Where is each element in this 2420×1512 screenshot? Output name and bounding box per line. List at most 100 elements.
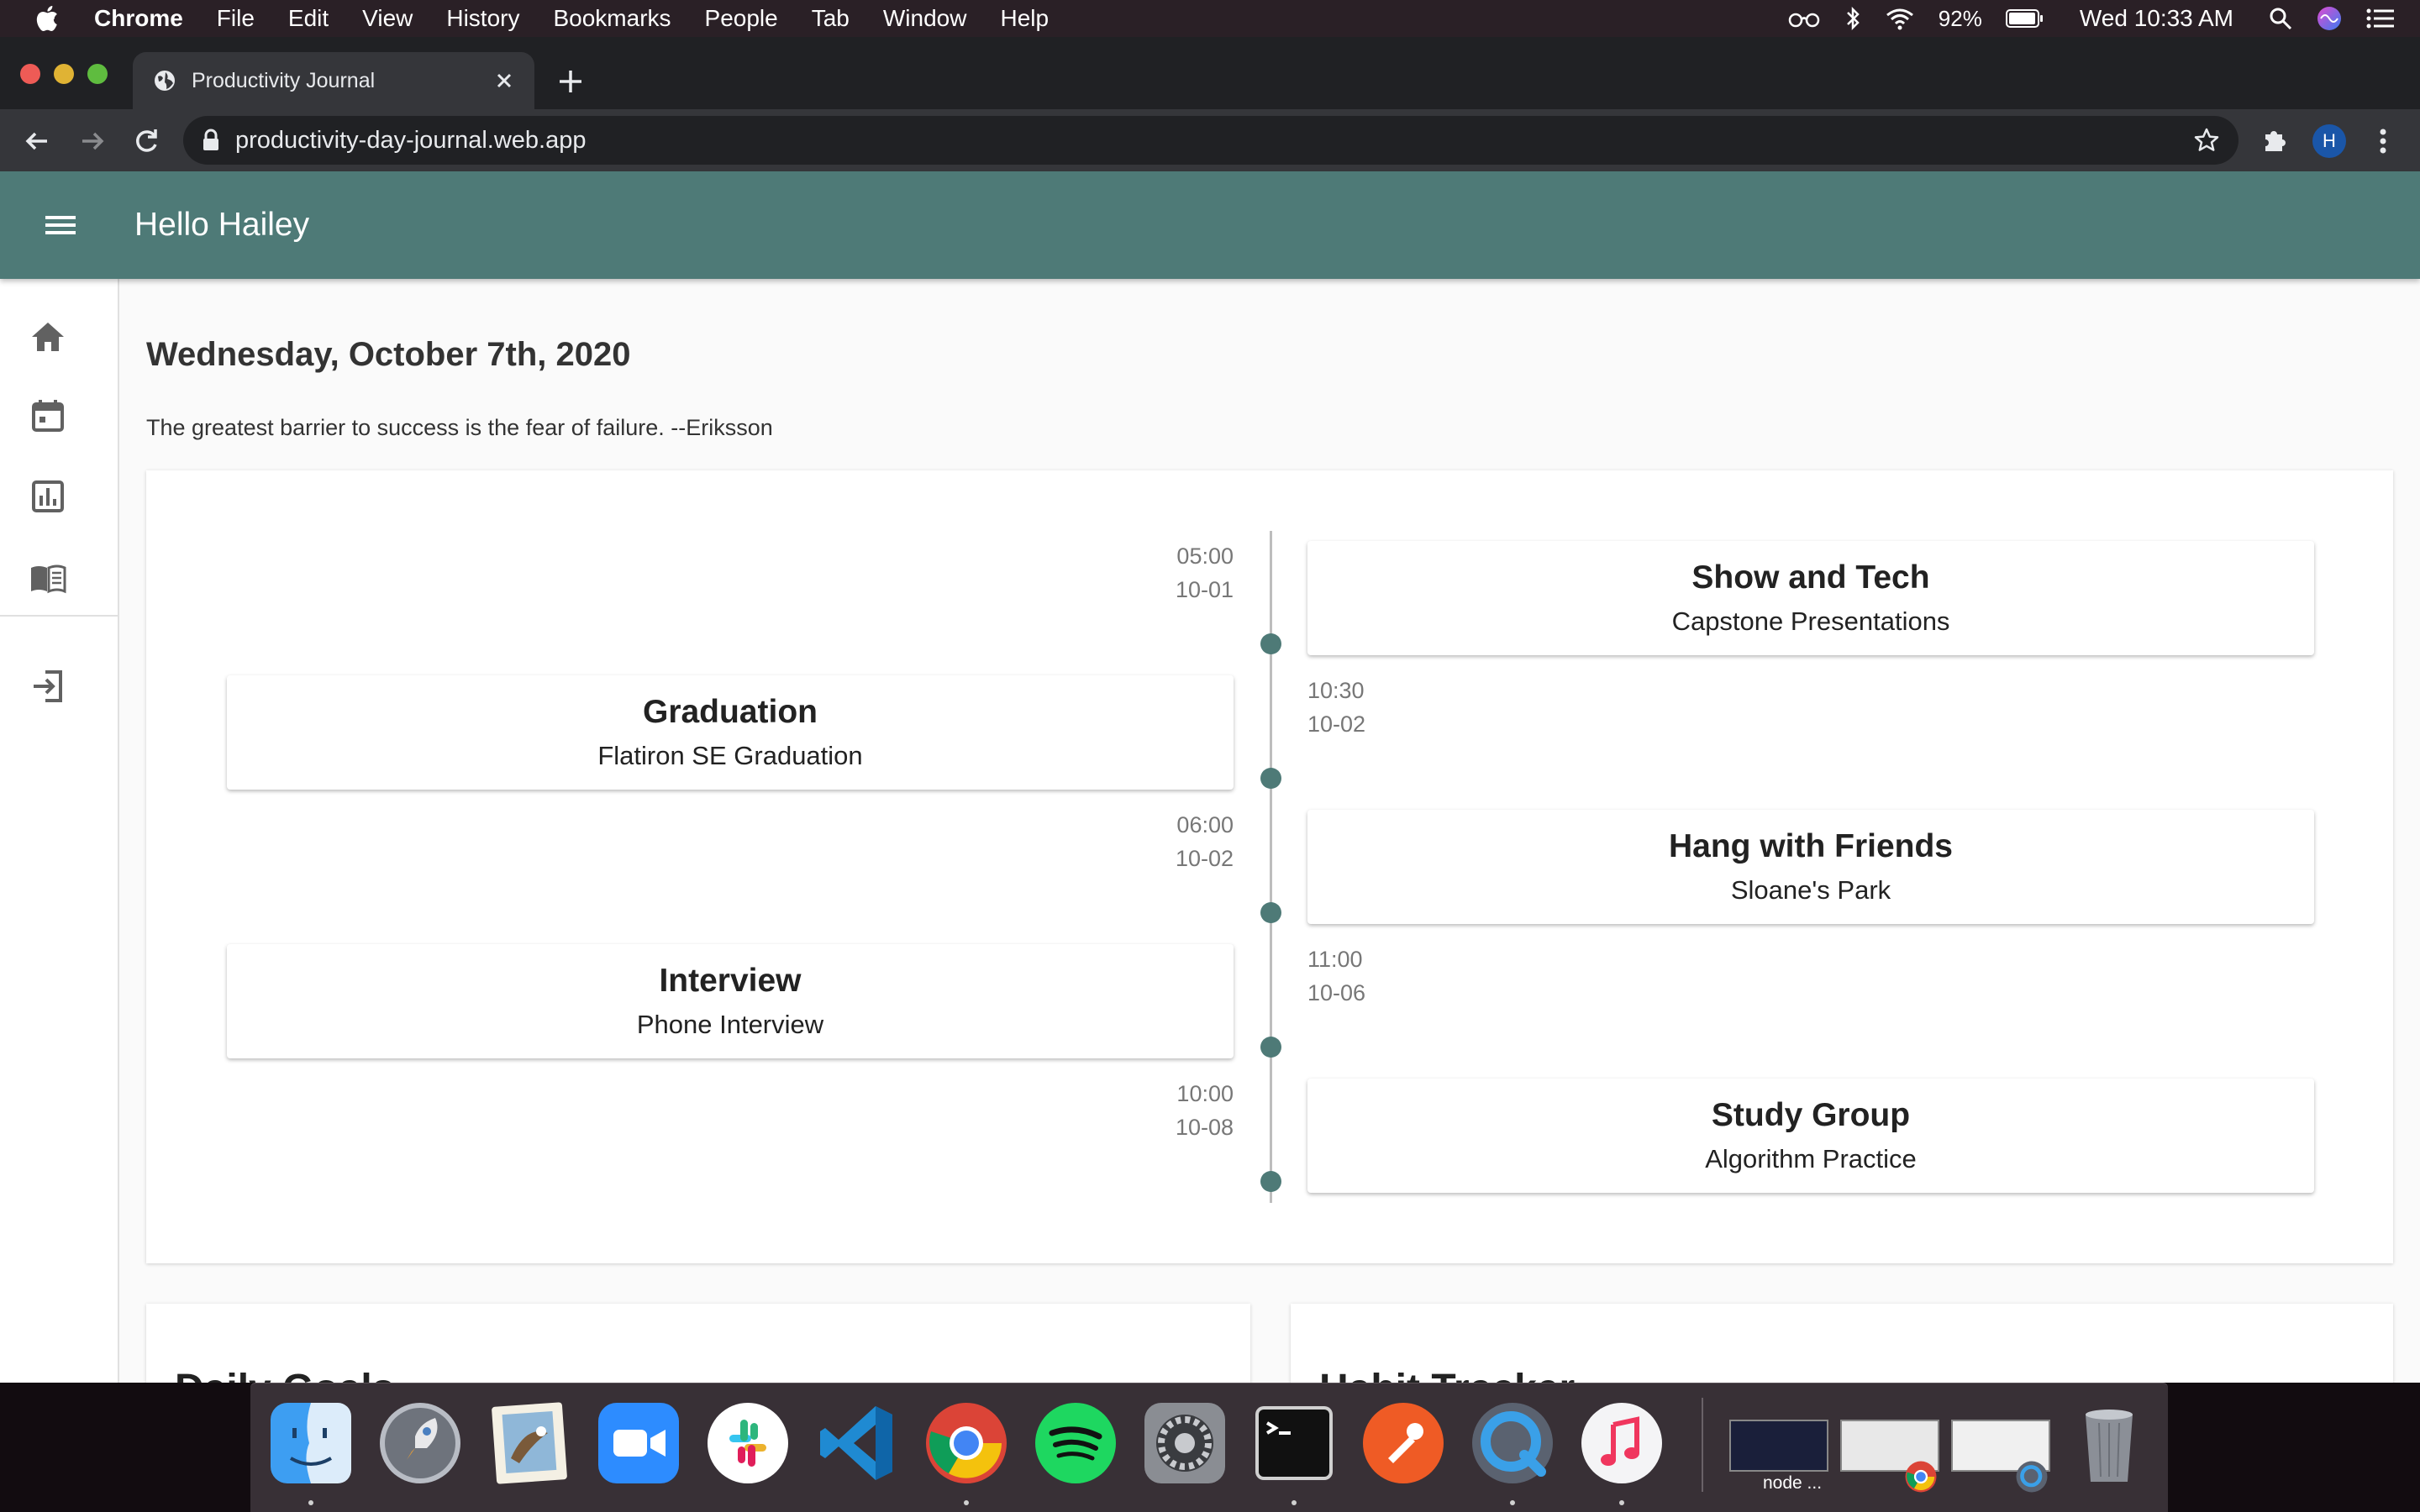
menu-bookmarks[interactable]: Bookmarks [553, 5, 671, 32]
new-tab-icon[interactable] [555, 66, 587, 97]
timeline-item-time: 05:00 10-01 [1175, 543, 1234, 602]
greeting-title: Hello Hailey [134, 207, 310, 243]
window-maximize-button[interactable] [87, 64, 108, 84]
slack-icon[interactable] [704, 1399, 792, 1487]
timeline-event-card[interactable]: Graduation Flatiron SE Graduation [227, 675, 1234, 790]
menu-view[interactable]: View [362, 5, 413, 32]
timeline-item-time: 10:30 10-02 [1307, 678, 1366, 737]
dock-separator [1702, 1398, 1703, 1492]
daily-goals-heading: Daily Goals [175, 1366, 394, 1383]
zoom-icon[interactable] [595, 1399, 682, 1487]
finder-icon[interactable] [267, 1399, 355, 1487]
reload-icon[interactable] [129, 124, 163, 158]
timeline-event-card[interactable]: Interview Phone Interview [227, 944, 1234, 1058]
tab-title: Productivity Journal [192, 68, 376, 92]
chrome-badge-icon [1905, 1461, 1937, 1493]
extensions-icon[interactable] [2259, 124, 2291, 156]
sidebar-divider [0, 615, 119, 617]
quicktime-icon[interactable] [1469, 1399, 1556, 1487]
journal-icon[interactable] [29, 559, 67, 598]
dock-running-indicator [308, 1500, 313, 1505]
page-date-heading: Wednesday, October 7th, 2020 [146, 336, 631, 373]
event-title: Hang with Friends [1668, 828, 1953, 864]
chrome-menu-icon[interactable] [2370, 124, 2396, 158]
page-content: Hello Hailey Wednesday, October 7th, 202… [0, 171, 2420, 1383]
menu-file[interactable]: File [217, 5, 255, 32]
event-subtitle: Flatiron SE Graduation [597, 741, 863, 770]
vscode-icon[interactable] [813, 1399, 901, 1487]
timeline-event-card[interactable]: Study Group Algorithm Practice [1307, 1079, 2314, 1193]
menu-tab[interactable]: Tab [812, 5, 850, 32]
glasses-icon[interactable] [1787, 8, 1821, 29]
event-title: Graduation [642, 694, 818, 730]
timeline-event-card[interactable]: Show and Tech Capstone Presentations [1307, 541, 2314, 655]
timeline-line [1270, 531, 1272, 1203]
habit-tracker-card: Habit Tracker [1291, 1304, 2393, 1383]
spotify-icon[interactable] [1032, 1399, 1119, 1487]
spotlight-icon[interactable] [2269, 7, 2292, 30]
forward-icon[interactable] [76, 124, 109, 158]
terminal-icon[interactable] [1250, 1399, 1338, 1487]
timeline-dot [1260, 768, 1281, 789]
timeline-event-card[interactable]: Hang with Friends Sloane's Park [1307, 810, 2314, 924]
window-minimize-button[interactable] [54, 64, 74, 84]
chart-icon[interactable] [29, 477, 67, 516]
url-text[interactable]: productivity-day-journal.web.app [235, 127, 587, 155]
menu-clock[interactable]: Wed 10:33 AM [2080, 5, 2233, 32]
chrome-icon[interactable] [923, 1399, 1010, 1487]
timeline-dot [1260, 902, 1281, 923]
event-title: Interview [659, 963, 802, 999]
lock-icon[interactable] [202, 129, 220, 152]
timeline-item-time: 11:00 10-06 [1307, 947, 1366, 1005]
menu-help[interactable]: Help [1000, 5, 1049, 32]
music-icon[interactable] [1578, 1399, 1665, 1487]
launchpad-icon[interactable] [376, 1399, 464, 1487]
menu-edit[interactable]: Edit [288, 5, 329, 32]
daily-goals-card: Daily Goals [146, 1304, 1250, 1383]
menu-people[interactable]: People [705, 5, 778, 32]
event-subtitle: Algorithm Practice [1705, 1144, 1917, 1173]
dock-running-indicator [1292, 1500, 1297, 1505]
menu-app-name[interactable]: Chrome [94, 5, 183, 32]
bookmark-star-icon[interactable] [2193, 127, 2220, 154]
event-subtitle: Sloane's Park [1730, 875, 1891, 905]
profile-avatar[interactable]: H [2312, 124, 2346, 158]
menu-window[interactable]: Window [883, 5, 967, 32]
minimized-window-label: node ... [1763, 1473, 1823, 1493]
quicktime-badge-icon [2016, 1461, 2048, 1493]
sidebar [0, 279, 119, 1383]
app-bar: Hello Hailey [0, 171, 2420, 279]
mail-icon[interactable] [486, 1399, 573, 1487]
dock-running-indicator [964, 1500, 969, 1505]
dock-running-indicator [1619, 1500, 1624, 1505]
dock-running-indicator [1510, 1500, 1515, 1505]
timeline-item-time: 10:00 10-08 [1175, 1081, 1234, 1140]
menu-history[interactable]: History [446, 5, 519, 32]
system-preferences-icon[interactable] [1141, 1399, 1228, 1487]
postman-icon[interactable] [1360, 1399, 1447, 1487]
minimized-window-node[interactable] [1729, 1420, 1828, 1472]
event-title: Show and Tech [1691, 559, 1930, 596]
battery-icon[interactable] [2005, 8, 2044, 29]
daily-quote: The greatest barrier to success is the f… [146, 415, 773, 440]
timeline-card: 05:00 10-01 Show and Tech Capstone Present… [146, 470, 2393, 1263]
notification-center-icon[interactable] [2366, 8, 2395, 29]
browser-tab[interactable]: Productivity Journal [133, 52, 534, 109]
globe-icon [155, 71, 175, 91]
trash-icon[interactable] [2065, 1399, 2153, 1487]
calendar-icon[interactable] [29, 396, 67, 435]
apple-icon[interactable] [34, 3, 64, 34]
siri-icon[interactable] [2316, 5, 2343, 32]
address-bar[interactable]: productivity-day-journal.web.app [183, 116, 2238, 165]
back-icon[interactable] [20, 124, 54, 158]
logout-icon[interactable] [29, 667, 67, 706]
timeline-item-time: 06:00 10-02 [1175, 812, 1234, 871]
battery-percent: 92% [1938, 5, 1982, 31]
timeline-dot [1260, 1037, 1281, 1058]
window-close-button[interactable] [20, 64, 40, 84]
tab-close-icon[interactable] [489, 66, 519, 96]
home-icon[interactable] [29, 318, 67, 356]
wifi-icon[interactable] [1885, 7, 1915, 30]
hamburger-menu-icon[interactable] [44, 212, 77, 239]
bluetooth-icon[interactable] [1844, 6, 1861, 31]
